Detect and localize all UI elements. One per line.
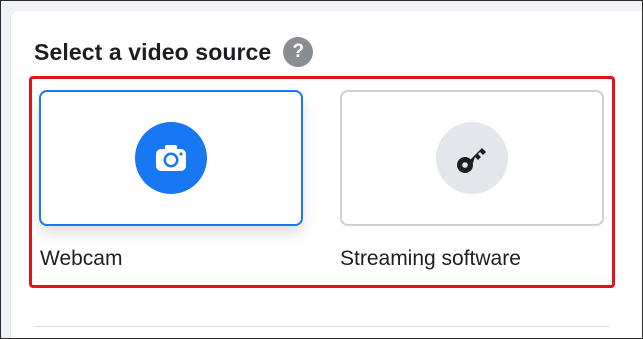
camera-icon <box>156 145 186 171</box>
streaming-software-option-card[interactable] <box>340 90 604 226</box>
webcam-label: Webcam <box>40 247 123 270</box>
webcam-option-card[interactable] <box>39 90 303 226</box>
key-icon <box>457 148 486 173</box>
window-frame: Select a video source ? Webcam Streaming… <box>0 0 643 339</box>
streaming-icon-circle <box>436 122 508 194</box>
section-divider <box>34 326 610 327</box>
section-header: Select a video source ? <box>34 35 314 69</box>
streaming-software-label: Streaming software <box>340 247 521 270</box>
help-icon[interactable]: ? <box>283 37 314 67</box>
section-title: Select a video source <box>34 38 272 65</box>
webcam-icon-circle <box>135 122 207 194</box>
